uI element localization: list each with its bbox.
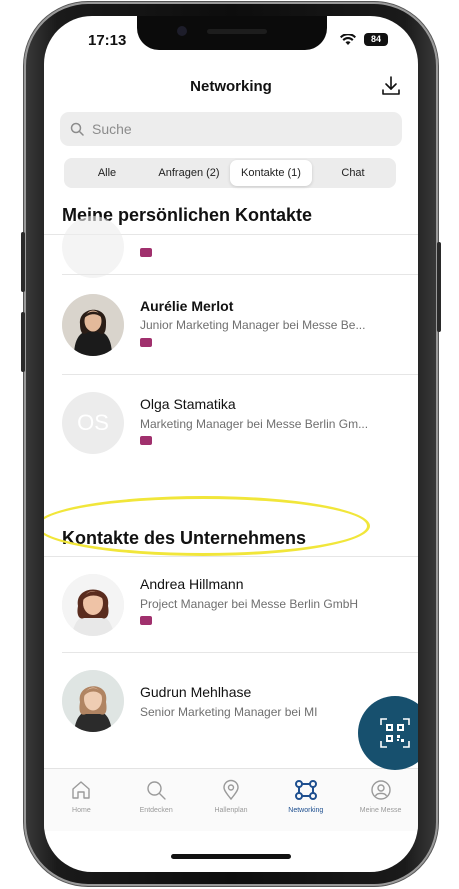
row-divider	[62, 652, 418, 653]
contact-tag	[140, 338, 152, 347]
map-pin-icon	[223, 779, 239, 801]
tabbar-home[interactable]: Home	[44, 769, 119, 831]
download-icon[interactable]	[379, 74, 403, 98]
contact-name: Olga Stamatika	[140, 396, 236, 412]
power-button	[437, 242, 441, 332]
qr-code-button[interactable]	[358, 696, 418, 770]
tabbar-label: Networking	[288, 807, 324, 814]
user-circle-icon	[370, 780, 391, 800]
tabbar-label: Home	[72, 807, 91, 814]
tab-alle[interactable]: Alle	[66, 160, 148, 186]
home-icon	[72, 781, 91, 799]
battery-indicator: 84	[364, 33, 388, 46]
tab-kontakte[interactable]: Kontakte (1)	[230, 160, 312, 186]
home-indicator	[171, 854, 291, 859]
speaker	[207, 29, 267, 34]
search-input[interactable]	[90, 120, 394, 138]
contact-name: Andrea Hillmann	[140, 576, 244, 592]
search-icon	[70, 122, 84, 136]
avatar	[62, 670, 124, 732]
nav-bar: Networking	[44, 72, 418, 102]
contact-name: Aurélie Merlot	[140, 298, 234, 314]
tabbar-label: Entdecken	[139, 807, 173, 814]
search-icon	[147, 781, 166, 800]
contact-name: Gudrun Mehlhase	[140, 684, 252, 700]
tab-bar: Home Entdecken Hallenplan Networking Mei…	[44, 768, 418, 831]
qr-code-icon	[380, 718, 410, 748]
avatar	[62, 574, 124, 636]
search-bar[interactable]	[60, 112, 402, 146]
row-divider	[62, 274, 418, 275]
network-icon	[294, 780, 317, 800]
tabbar-meine-messe[interactable]: Meine Messe	[343, 769, 418, 831]
app-screen: 17:13 84 Networking Alle Anfragen (2) Ko…	[44, 16, 418, 872]
tabbar-entdecken[interactable]: Entdecken	[119, 769, 194, 831]
tab-anfragen[interactable]: Anfragen (2)	[148, 160, 230, 186]
contact-role: Project Manager bei Messe Berlin GmbH	[140, 597, 359, 611]
camera	[177, 26, 187, 36]
page-title: Networking	[190, 78, 272, 95]
row-divider	[62, 374, 418, 375]
tab-chat[interactable]: Chat	[312, 160, 394, 186]
wifi-icon	[340, 33, 356, 49]
tabbar-label: Meine Messe	[359, 807, 402, 814]
contact-role: Senior Marketing Manager bei MI	[140, 705, 318, 719]
volume-up-button	[21, 232, 25, 292]
contact-role: Marketing Manager bei Messe Berlin Gm...	[140, 417, 369, 431]
segment-control: Alle Anfragen (2) Kontakte (1) Chat	[64, 158, 396, 188]
tabbar-label: Hallenplan	[214, 807, 248, 814]
contact-tag	[140, 248, 152, 257]
notch	[137, 16, 327, 50]
avatar	[62, 216, 124, 278]
contact-tag	[140, 616, 152, 625]
tabbar-hallenplan[interactable]: Hallenplan	[194, 769, 269, 831]
volume-down-button	[21, 312, 25, 372]
section-divider	[44, 556, 418, 557]
tabbar-networking[interactable]: Networking	[268, 769, 343, 831]
avatar: OS	[62, 392, 124, 454]
contact-role: Junior Marketing Manager bei Messe Be...	[140, 318, 366, 332]
contact-tag	[140, 436, 152, 445]
avatar	[62, 294, 124, 356]
highlight-annotation	[44, 496, 370, 556]
status-time: 17:13	[88, 32, 127, 49]
